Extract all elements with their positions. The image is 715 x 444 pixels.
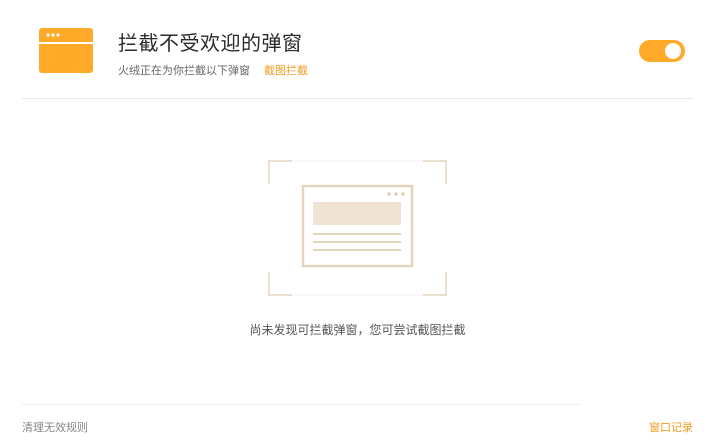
popup-block-toggle[interactable] (639, 40, 685, 62)
empty-state-message: 尚未发现可拦截弹窗，您可尝试截图拦截 (249, 323, 466, 337)
status-subtitle: 火绒正在为你拦截以下弹窗 (118, 64, 250, 77)
window-history-link[interactable]: 窗口记录 (649, 419, 693, 435)
screenshot-block-link[interactable]: 截图拦截 (264, 62, 308, 78)
footer-divider (22, 404, 580, 405)
toggle-knob (665, 43, 681, 59)
popup-window-illustration (268, 160, 447, 296)
page-title: 拦截不受欢迎的弹窗 (118, 31, 303, 55)
browser-window-icon (39, 28, 93, 73)
header-divider (22, 98, 693, 99)
clear-invalid-rules-link[interactable]: 清理无效规则 (22, 419, 88, 435)
